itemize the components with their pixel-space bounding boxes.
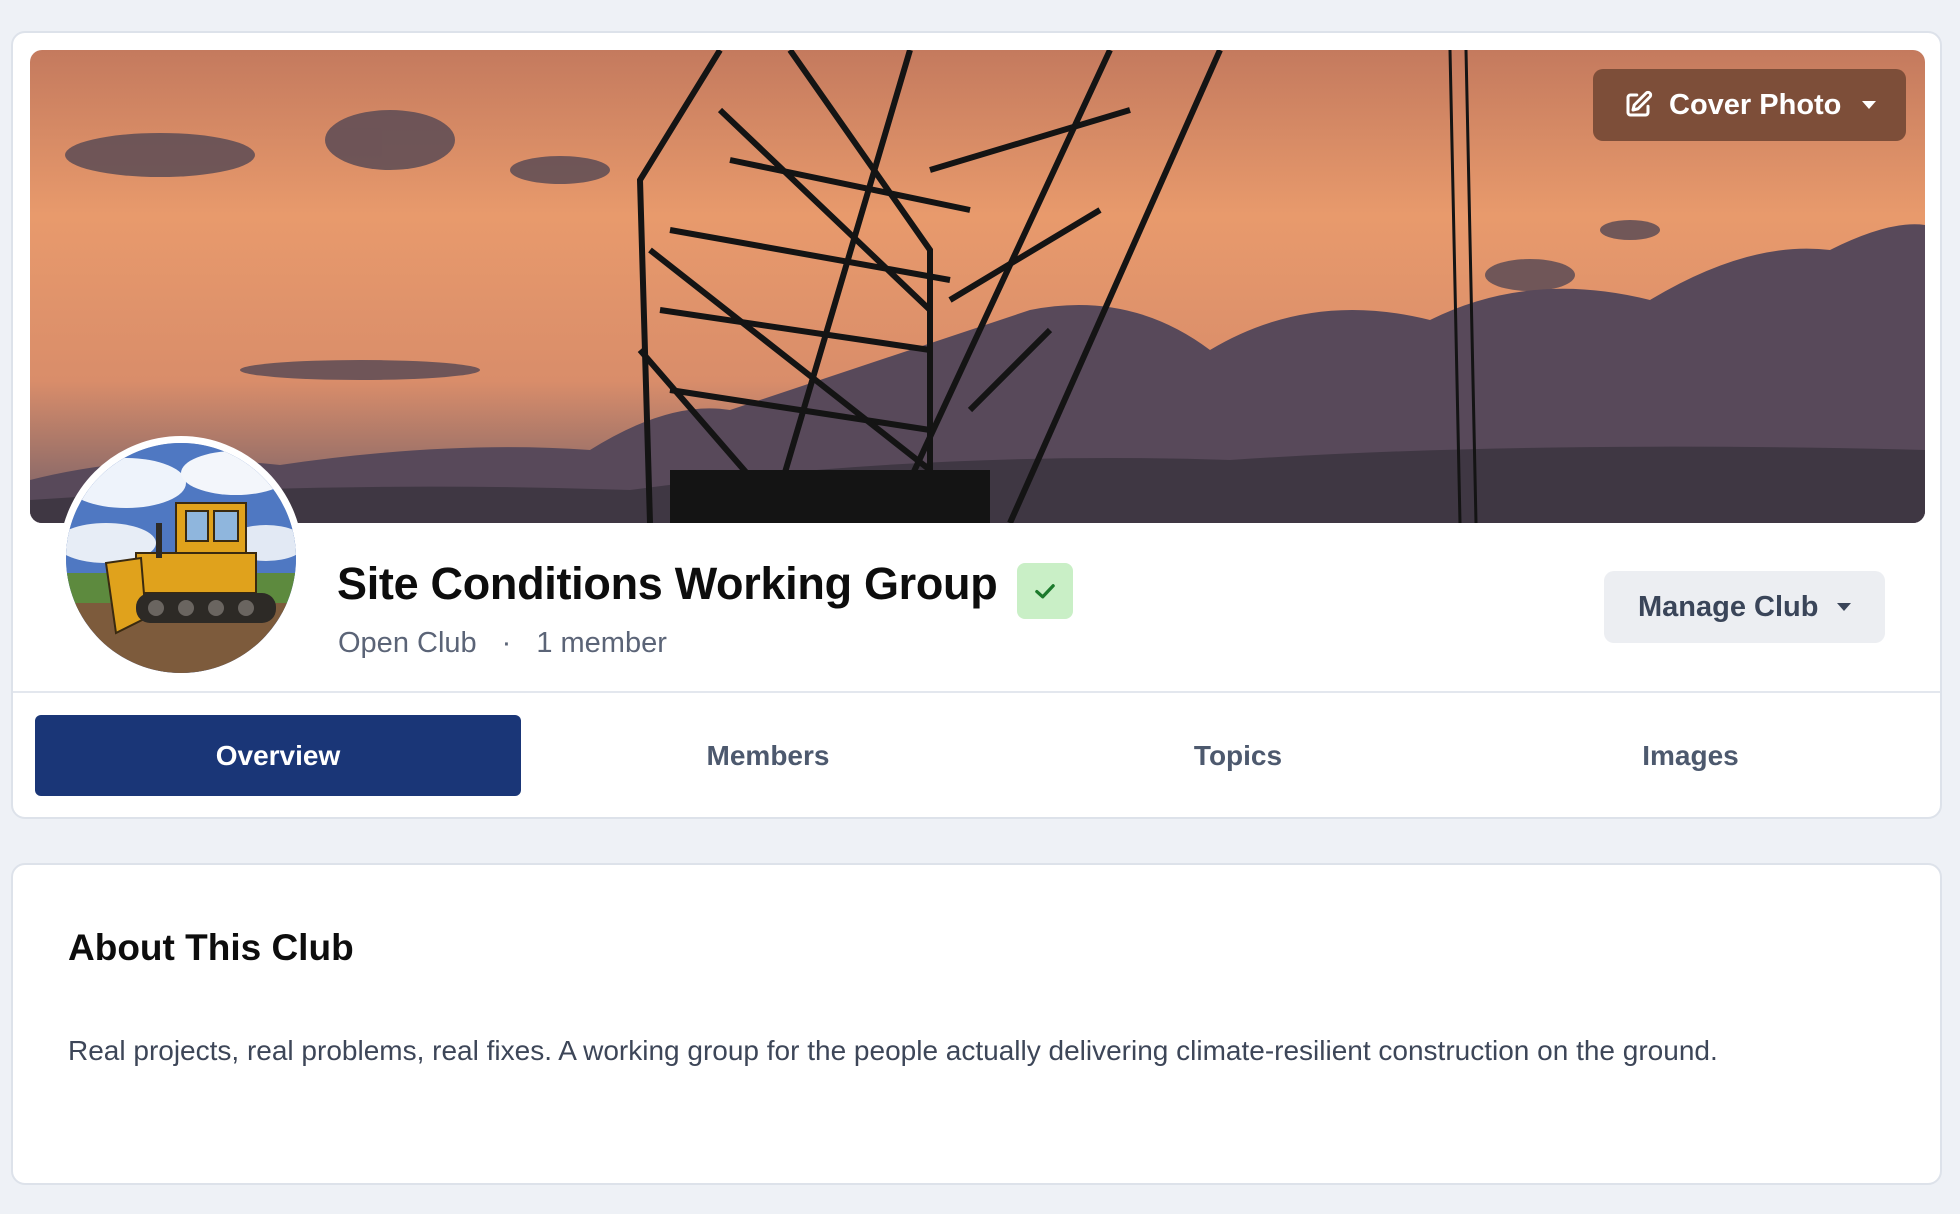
member-count[interactable]: 1 member — [536, 627, 667, 660]
club-tabs: Overview Members Topics Images — [35, 715, 1920, 796]
caret-down-icon — [1837, 603, 1851, 611]
manage-club-button-label: Manage Club — [1638, 590, 1819, 623]
club-type: Open Club — [338, 627, 477, 659]
check-icon — [1035, 584, 1055, 599]
tab-images[interactable]: Images — [1461, 715, 1920, 796]
meta-separator: · — [501, 627, 512, 659]
club-avatar-image — [66, 443, 296, 673]
club-meta: Open Club · 1 member — [338, 627, 667, 660]
about-title: About This Club — [68, 927, 354, 968]
edit-icon — [1623, 90, 1653, 120]
tab-members[interactable]: Members — [521, 715, 1015, 796]
tab-overview[interactable]: Overview — [35, 715, 521, 796]
caret-down-icon — [1862, 101, 1876, 109]
verified-badge — [1017, 563, 1073, 619]
cover-photo-button[interactable]: Cover Photo — [1593, 69, 1906, 141]
about-description: Real projects, real problems, real fixes… — [68, 1035, 1718, 1066]
cover-photo: Cover Photo — [30, 50, 1925, 523]
club-title: Site Conditions Working Group — [337, 558, 998, 609]
about-card: About This Club Real projects, real prob… — [11, 863, 1942, 1185]
club-avatar — [59, 436, 303, 680]
cover-photo-button-label: Cover Photo — [1669, 88, 1842, 121]
tab-topics[interactable]: Topics — [1015, 715, 1461, 796]
club-header-card: Cover Photo Site Conditions Working Grou… — [11, 31, 1942, 819]
manage-club-button[interactable]: Manage Club — [1604, 571, 1885, 643]
header-divider — [13, 691, 1940, 693]
